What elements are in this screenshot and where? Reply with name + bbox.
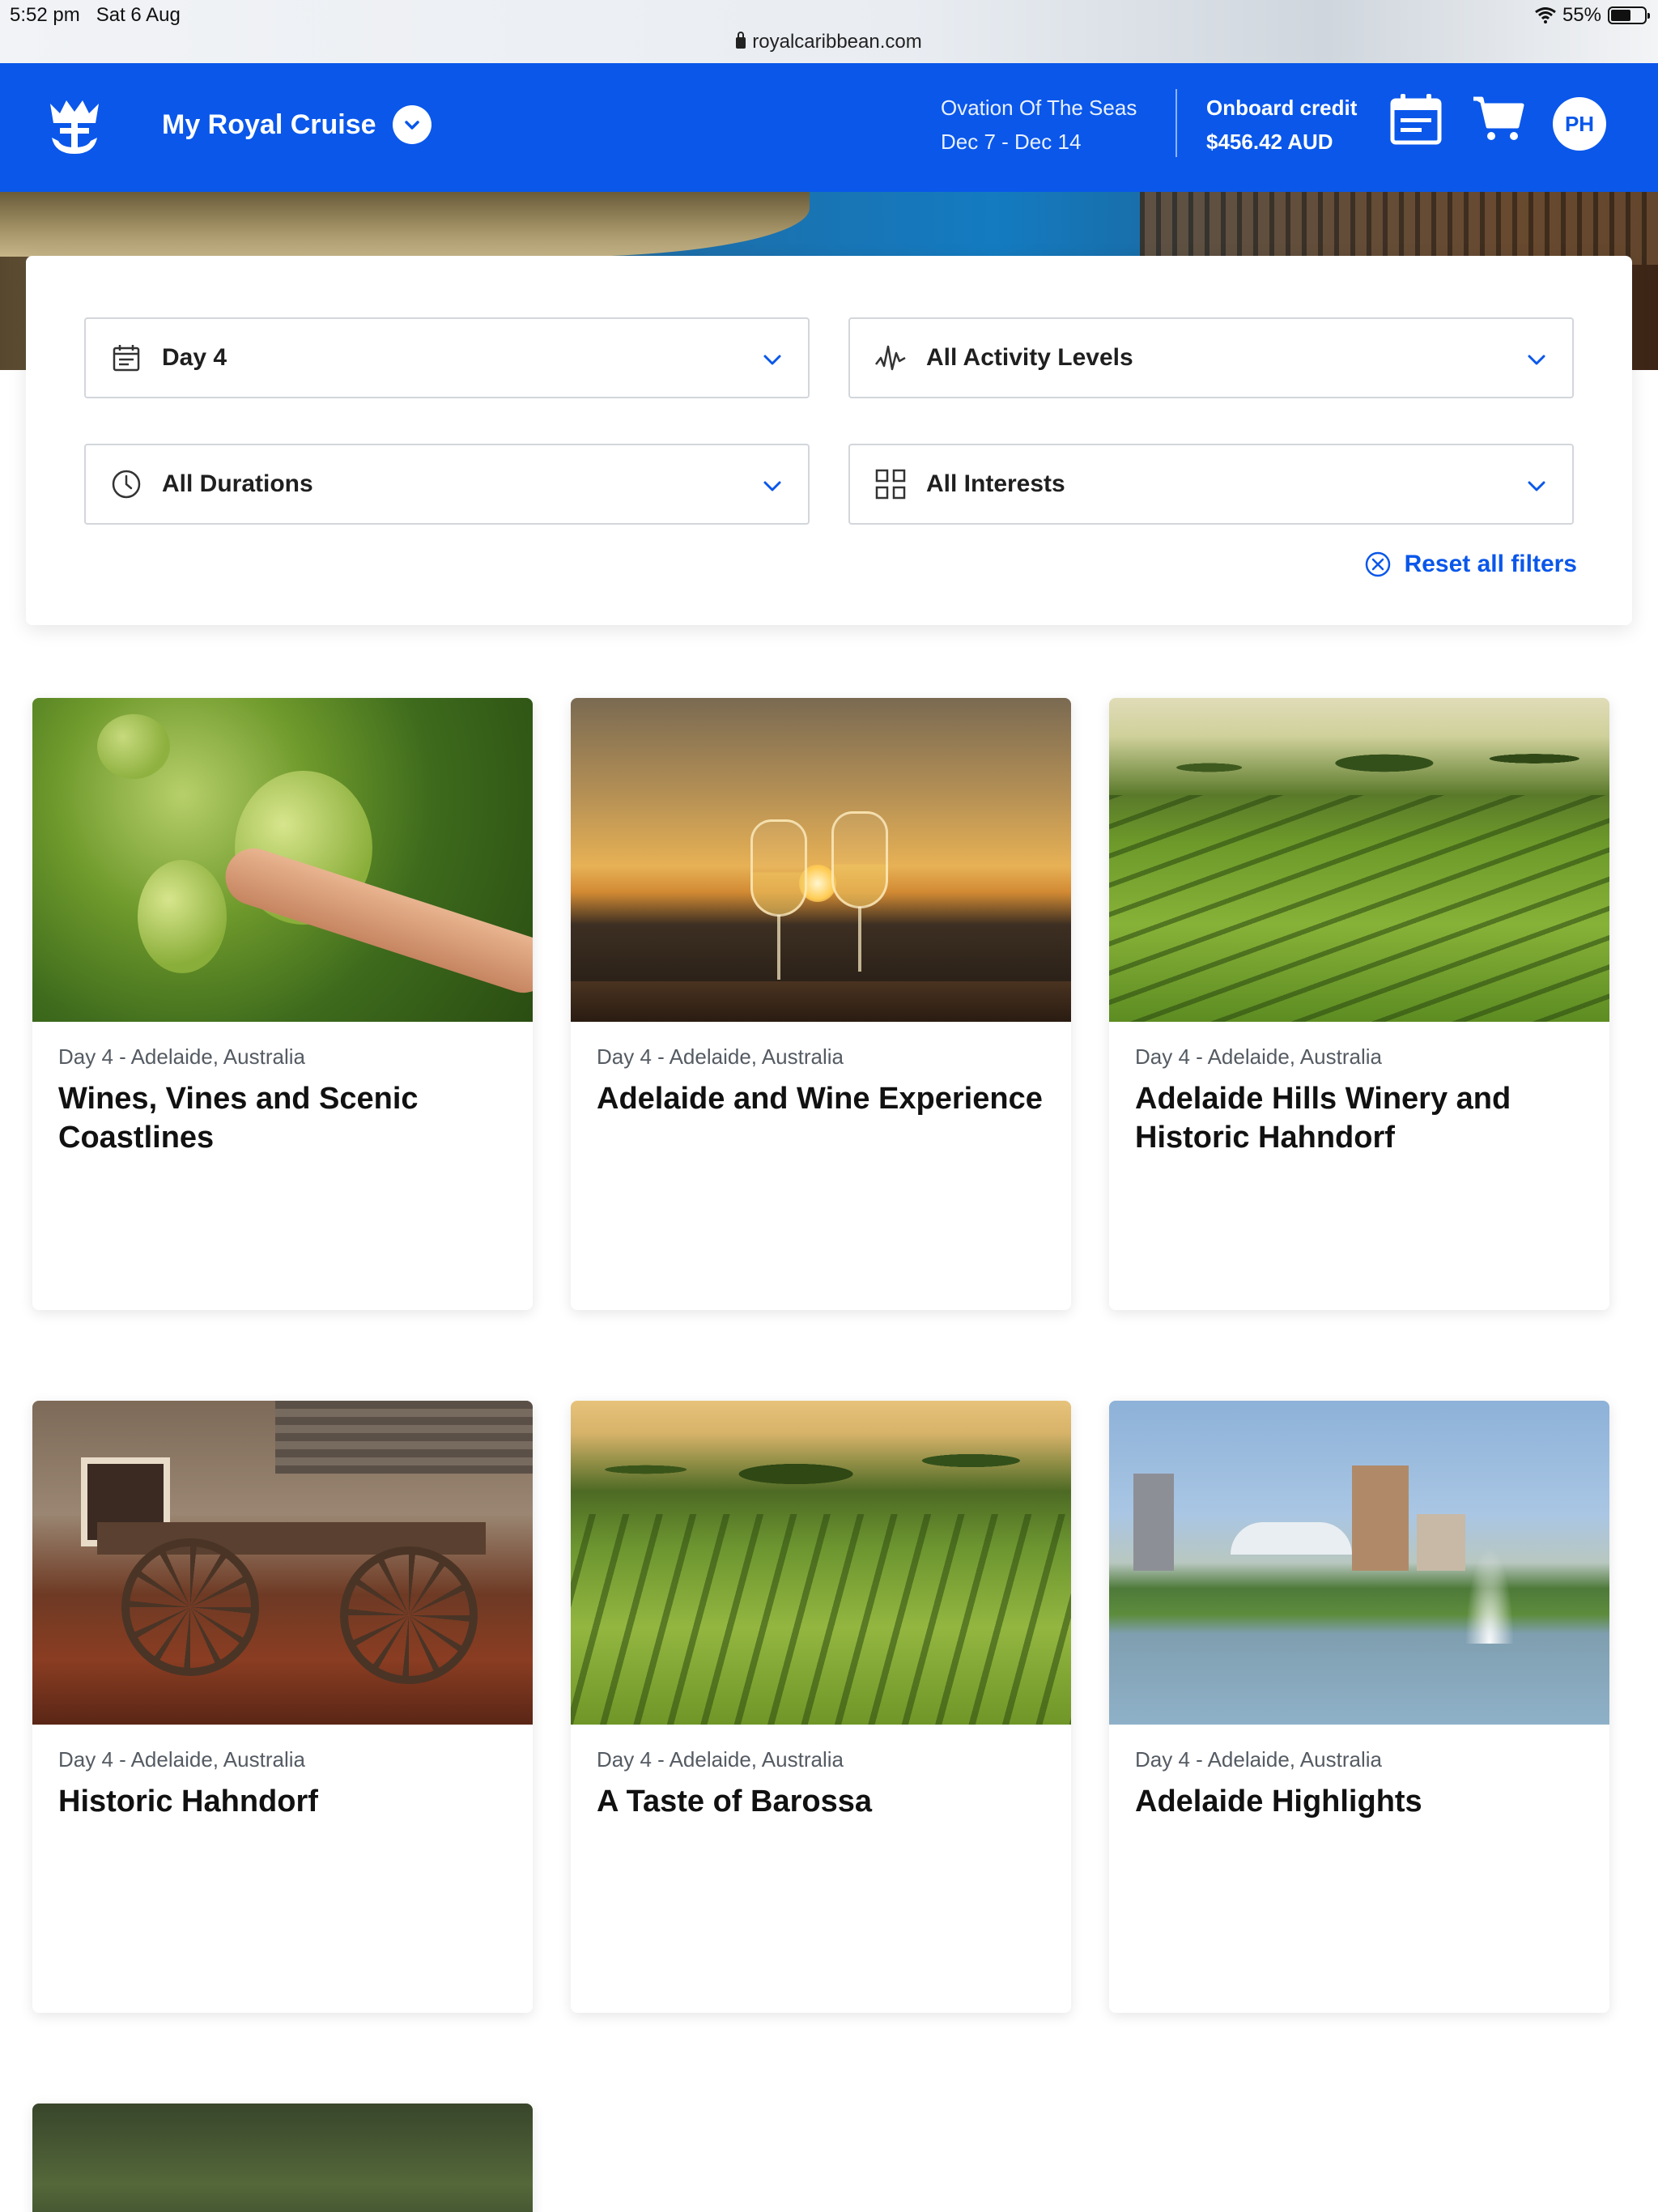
status-clock: 5:52 pm — [10, 4, 80, 26]
excursion-image — [571, 698, 1071, 1022]
excursion-title: Adelaide Highlights — [1135, 1784, 1422, 1819]
grid-icon — [874, 468, 907, 500]
status-date: Sat 6 Aug — [96, 4, 181, 26]
chevron-down-icon — [763, 355, 781, 365]
reset-filters-button[interactable]: Reset all filters — [1364, 551, 1577, 578]
excursion-title: A Taste of Barossa — [597, 1784, 872, 1819]
chevron-down-icon — [1528, 355, 1545, 365]
duration-value: All Durations — [162, 470, 313, 497]
duration-dropdown[interactable]: All Durations — [84, 444, 810, 525]
activity-pulse-icon — [874, 342, 907, 374]
excursion-image — [571, 1401, 1071, 1725]
excursion-image — [32, 1401, 533, 1725]
excursion-title: Adelaide and Wine Experience — [597, 1082, 1043, 1116]
ship-name: Ovation Of The Seas — [941, 96, 1137, 120]
status-time: 5:52 pm Sat 6 Aug — [10, 4, 181, 27]
address-bar[interactable]: royalcaribbean.com — [0, 31, 1658, 53]
clock-icon — [110, 468, 142, 500]
activity-level-value: All Activity Levels — [926, 344, 1133, 371]
excursion-title: Adelaide Hills Winery and Historic Hahnd… — [1135, 1082, 1511, 1155]
battery-percent: 55% — [1562, 4, 1601, 26]
close-circle-icon — [1365, 551, 1390, 577]
excursion-image — [32, 2104, 533, 2212]
excursion-title: Historic Hahndorf — [58, 1784, 318, 1819]
excursion-location: Day 4 - Adelaide, Australia — [1135, 1044, 1382, 1069]
activity-level-dropdown[interactable]: All Activity Levels — [848, 317, 1574, 398]
filter-panel: Day 4 All Activity Levels All Durations — [26, 256, 1632, 625]
excursion-image — [1109, 698, 1609, 1022]
app-header: My Royal Cruise Ovation Of The Seas Dec … — [0, 63, 1658, 192]
excursion-location: Day 4 - Adelaide, Australia — [1135, 1747, 1382, 1772]
planner-calendar-icon[interactable] — [1389, 92, 1443, 146]
reset-filters-label: Reset all filters — [1404, 551, 1577, 577]
interests-dropdown[interactable]: All Interests — [848, 444, 1574, 525]
cruise-selector[interactable]: My Royal Cruise — [162, 105, 432, 144]
excursion-location: Day 4 - Adelaide, Australia — [58, 1044, 305, 1069]
cruise-dates: Dec 7 - Dec 14 — [941, 130, 1082, 154]
header-divider — [1175, 89, 1177, 157]
excursion-card[interactable]: Day 4 - Adelaide, Australia Adelaide Hig… — [1109, 1401, 1609, 2013]
calendar-icon — [110, 342, 142, 374]
wifi-icon — [1535, 7, 1556, 23]
royal-caribbean-crown-anchor-logo[interactable] — [45, 96, 104, 157]
status-bar: 5:52 pm Sat 6 Aug 55% royalcaribbean.com — [0, 0, 1658, 63]
ship-info: Ovation Of The Seas Dec 7 - Dec 14 — [941, 91, 1137, 159]
credit-value: $456.42 AUD — [1206, 130, 1333, 154]
day-filter-dropdown[interactable]: Day 4 — [84, 317, 810, 398]
excursion-card[interactable] — [32, 2104, 533, 2212]
battery-icon — [1608, 6, 1650, 24]
interests-value: All Interests — [926, 470, 1065, 497]
chevron-down-icon — [763, 481, 781, 491]
url-text: royalcaribbean.com — [752, 31, 922, 53]
chevron-down-icon[interactable] — [392, 105, 432, 144]
excursion-title: Wines, Vines and Scenic Coastlines — [58, 1082, 419, 1155]
excursion-card[interactable]: Day 4 - Adelaide, Australia Adelaide and… — [571, 698, 1071, 1310]
excursion-card[interactable]: Day 4 - Adelaide, Australia Adelaide Hil… — [1109, 698, 1609, 1310]
excursion-location: Day 4 - Adelaide, Australia — [597, 1747, 844, 1772]
credit-label: Onboard credit — [1206, 96, 1358, 120]
chevron-down-icon — [1528, 481, 1545, 491]
page-title: My Royal Cruise — [162, 108, 376, 140]
avatar[interactable]: PH — [1553, 97, 1606, 151]
cart-icon[interactable] — [1472, 92, 1525, 146]
excursion-location: Day 4 - Adelaide, Australia — [597, 1044, 844, 1069]
excursion-card[interactable]: Day 4 - Adelaide, Australia A Taste of B… — [571, 1401, 1071, 2013]
excursion-card[interactable]: Day 4 - Adelaide, Australia Wines, Vines… — [32, 698, 533, 1310]
status-indicators: 55% — [1535, 4, 1650, 27]
excursion-card[interactable]: Day 4 - Adelaide, Australia Historic Hah… — [32, 1401, 533, 2013]
onboard-credit[interactable]: Onboard credit $456.42 AUD — [1206, 91, 1357, 159]
day-filter-value: Day 4 — [162, 344, 227, 371]
excursion-location: Day 4 - Adelaide, Australia — [58, 1747, 305, 1772]
excursion-image — [32, 698, 533, 1022]
excursion-image — [1109, 1401, 1609, 1725]
lock-icon — [736, 32, 746, 49]
